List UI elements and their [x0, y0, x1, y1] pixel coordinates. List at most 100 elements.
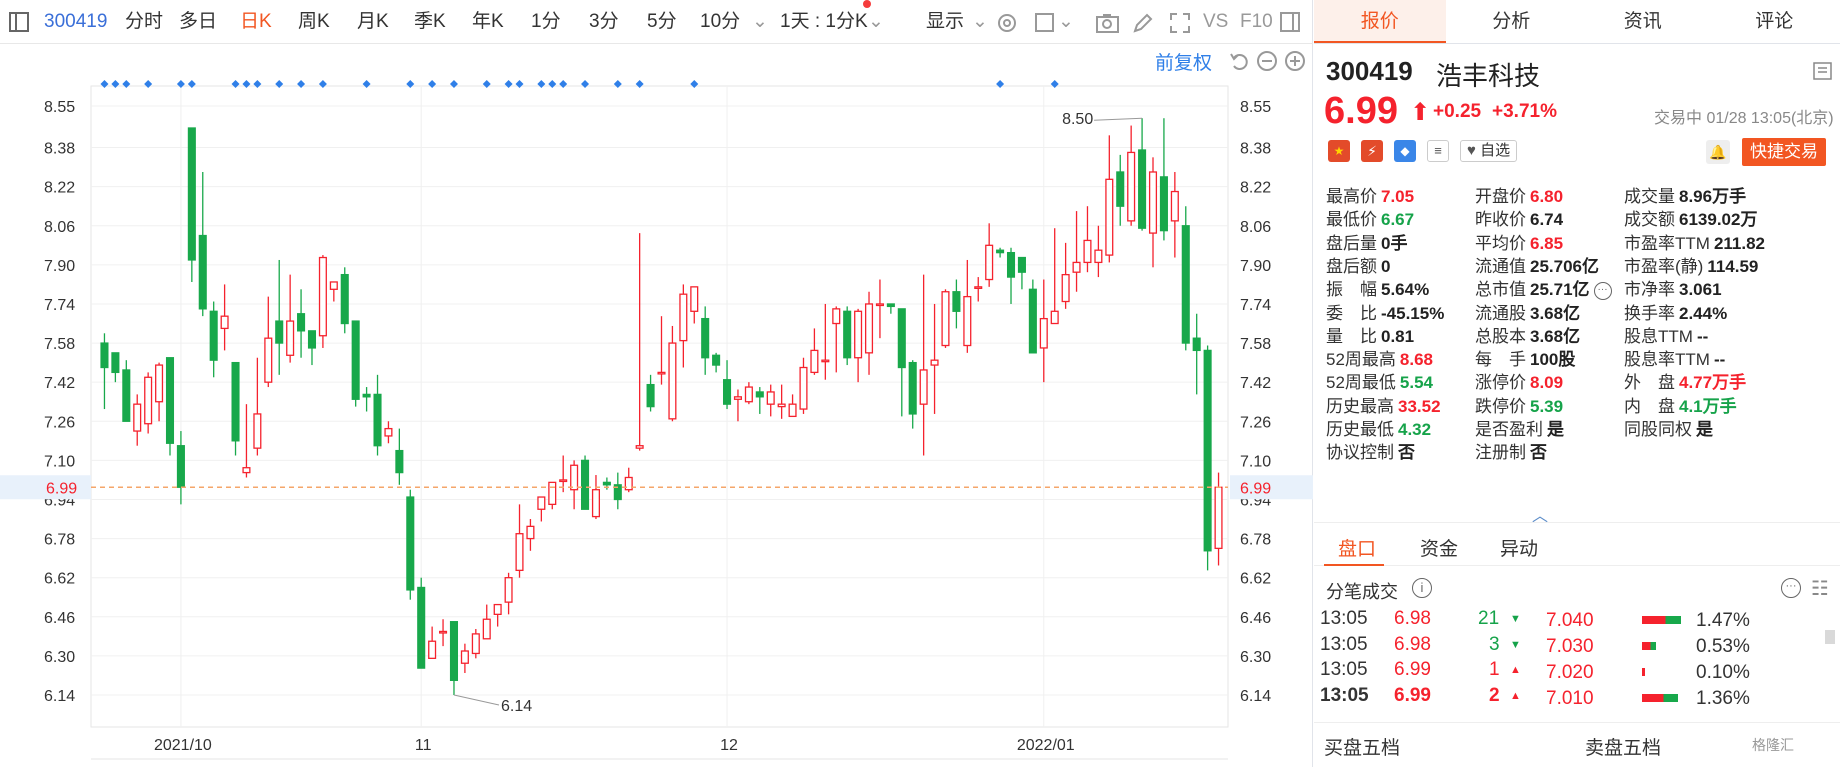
compare-vs-button[interactable]: VS	[1203, 10, 1228, 34]
dist-bar	[1642, 642, 1656, 650]
stock-code-tab[interactable]: 300419	[44, 10, 107, 34]
candle-body	[1061, 273, 1070, 303]
tick-trades: 分笔成交 i ··· ☷ 13:05 6.98 21 ▼ 13:05 6.98 3 ▼ 13:0…	[1314, 570, 1840, 720]
tab-quote[interactable]: 报价	[1314, 0, 1446, 43]
watchlist-button[interactable]: ♥ 自选	[1460, 140, 1518, 162]
trade-status: 交易中 01/28 13:05(北京)	[1654, 110, 1834, 127]
quote-cell: 跌停价 5.39	[1475, 392, 1563, 417]
bell-icon[interactable]: 🔔	[1706, 140, 1730, 164]
y-tick-label-right: 8.55	[1240, 99, 1271, 116]
scrollbar[interactable]	[1825, 630, 1835, 644]
tab-comments[interactable]: 评论	[1709, 0, 1840, 43]
y-tick-label-left: 8.38	[44, 141, 75, 158]
quote-label: 注册制	[1475, 443, 1526, 463]
quote-cell: 最低价 6.67	[1326, 205, 1414, 230]
period-tab-yearly[interactable]: 年K	[472, 10, 504, 34]
fullscreen-icon[interactable]	[1168, 11, 1192, 33]
candle-body	[679, 293, 688, 342]
quote-cell: 外 盘 4.77万手	[1624, 368, 1746, 393]
dist-price: 7.020	[1546, 662, 1594, 683]
sidebar-toggle-icon[interactable]	[8, 11, 32, 33]
tab-fund-flow[interactable]: 资金	[1420, 534, 1458, 561]
period-tab-daily[interactable]: 日K	[240, 10, 272, 34]
candle-body	[952, 291, 961, 312]
quote-cell: 每 手 100股	[1475, 345, 1575, 370]
candle-body	[209, 310, 218, 361]
quote-label: 跌停价	[1475, 396, 1526, 416]
quote-cell: 52周最低 5.54	[1326, 368, 1433, 393]
candle-body	[275, 320, 284, 344]
quote-label: 总股本	[1475, 326, 1526, 346]
candle-body	[1017, 256, 1026, 273]
list-icon[interactable]	[1812, 61, 1834, 86]
period-tab-1min[interactable]: 1分	[531, 10, 561, 34]
down-triangle-icon: ▼	[1510, 638, 1521, 651]
chevron-down-icon[interactable]: ⌄	[972, 10, 988, 34]
candle-body	[657, 371, 666, 375]
quote-label: 最高价	[1326, 187, 1377, 206]
period-tab-5min[interactable]: 5分	[647, 10, 677, 34]
buy-levels-label[interactable]: 买盘五档	[1324, 733, 1400, 760]
quote-label: 流通值	[1475, 256, 1526, 276]
chevron-down-icon[interactable]: ⌄	[1058, 10, 1074, 34]
lightning-icon[interactable]: ⚡	[1361, 140, 1383, 162]
candle-body	[198, 234, 207, 310]
quote-cell: 内 盘 4.1万手	[1624, 392, 1737, 417]
square-icon[interactable]	[1033, 11, 1057, 33]
quote-cell: 流通股 3.68亿	[1475, 299, 1580, 324]
quote-value: -45.15%	[1381, 303, 1445, 323]
quote-label: 每 手	[1475, 350, 1526, 370]
candle-body	[810, 349, 819, 374]
y-tick-label-left: 6.62	[44, 571, 75, 588]
candle	[318, 255, 327, 348]
period-tab-weekly[interactable]: 周K	[298, 10, 330, 34]
period-tab-quarterly[interactable]: 季K	[414, 10, 446, 34]
quote-cell: 昨收价 6.74	[1475, 205, 1563, 230]
tag-icon[interactable]: ◆	[1394, 140, 1416, 162]
panel-toggle-icon[interactable]	[1279, 11, 1303, 33]
quote-value: 6.67	[1381, 210, 1415, 230]
tab-movement[interactable]: 异动	[1500, 534, 1538, 561]
quote-cell: 最高价 7.05	[1326, 182, 1414, 207]
zoom-in-icon[interactable]	[1284, 50, 1306, 77]
quote-value: 6.80	[1530, 187, 1564, 206]
chevron-down-icon[interactable]: ⌄	[868, 10, 884, 34]
quote-value: 5.64%	[1381, 280, 1430, 300]
period-tab-10min[interactable]: 10分	[700, 10, 740, 34]
more-icon[interactable]: ···	[1593, 281, 1612, 300]
quote-cell: 股息TTM --	[1624, 322, 1708, 347]
adjust-mode-button[interactable]: 前复权	[1155, 48, 1212, 75]
kline-svg[interactable]: 8.55 8.55 8.38 8.38 8.22 8.22 8.06 8.06 7.90 7.90…	[0, 74, 1313, 767]
list-icon[interactable]: ☷	[1811, 576, 1829, 601]
f10-button[interactable]: F10	[1240, 10, 1273, 34]
sell-levels-label[interactable]: 卖盘五档	[1585, 733, 1661, 760]
range-select[interactable]: 1天 : 1分K	[780, 10, 868, 34]
undo-icon[interactable]	[1228, 50, 1250, 77]
tab-news[interactable]: 资讯	[1577, 0, 1709, 43]
quote-label: 最低价	[1326, 210, 1377, 230]
period-tab-minute[interactable]: 分时	[125, 10, 163, 34]
more-icon[interactable]: ···	[1781, 578, 1801, 598]
chevron-down-icon[interactable]: ⌄	[752, 10, 768, 34]
info-icon[interactable]: i	[1412, 578, 1432, 598]
period-tab-3min[interactable]: 3分	[589, 10, 619, 34]
kline-chart[interactable]: 8.55 8.55 8.38 8.38 8.22 8.22 8.06 8.06 7.90 7.90…	[0, 74, 1313, 767]
camera-icon[interactable]	[1095, 11, 1119, 33]
quick-trade-button[interactable]: 快捷交易	[1742, 138, 1826, 166]
period-tab-monthly[interactable]: 月K	[357, 10, 389, 34]
quote-value: 4.1万手	[1679, 396, 1737, 416]
quote-cell: 同股同权是	[1624, 415, 1713, 440]
period-tab-multiday[interactable]: 多日	[179, 10, 217, 34]
china-flag-icon[interactable]: ★	[1328, 140, 1350, 162]
pencil-icon[interactable]	[1131, 11, 1155, 33]
tick-price: 6.98	[1394, 633, 1431, 655]
zoom-out-icon[interactable]	[1256, 50, 1278, 77]
display-menu[interactable]: 显示	[926, 10, 964, 34]
quote-value: 0.81	[1381, 326, 1415, 346]
candle	[144, 372, 153, 434]
gear-icon[interactable]	[995, 11, 1019, 33]
tab-orderbook[interactable]: 盘口	[1338, 534, 1376, 561]
candle-body	[1105, 178, 1114, 256]
note-icon[interactable]: ≡	[1427, 140, 1449, 162]
tab-analysis[interactable]: 分析	[1446, 0, 1578, 43]
